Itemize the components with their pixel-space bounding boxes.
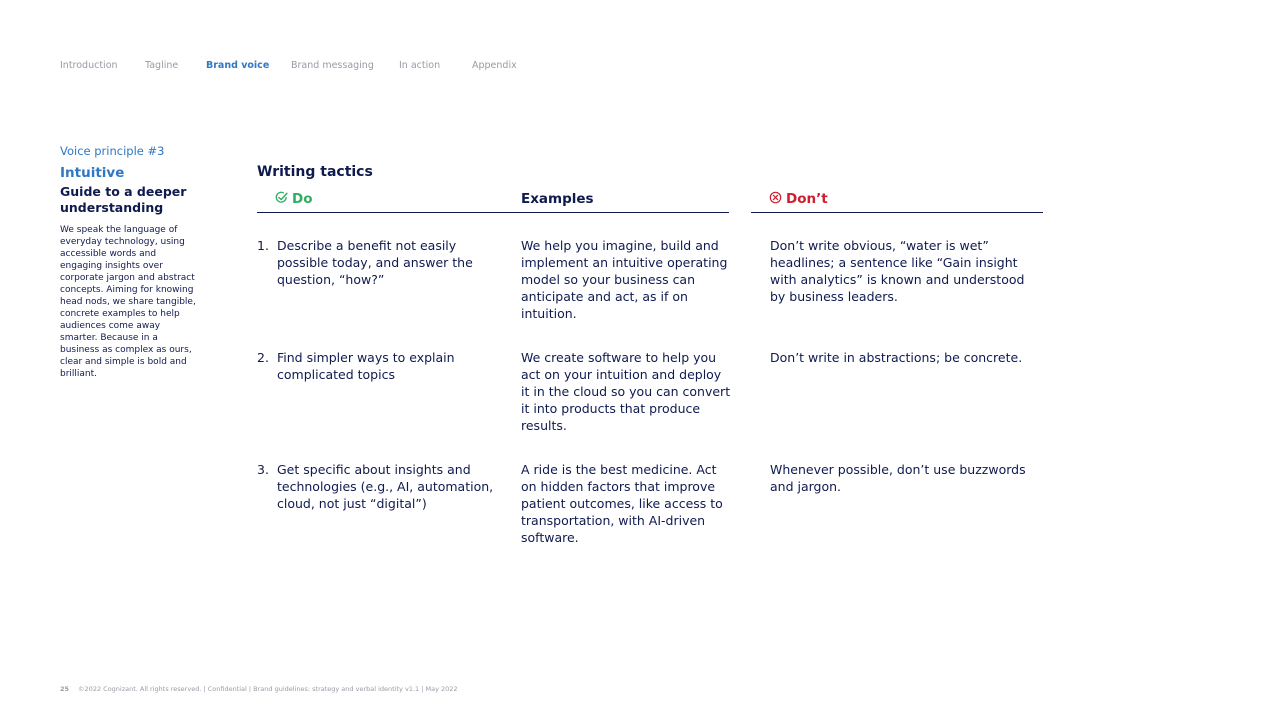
voice-principle-body: We speak the language of everyday techno…: [60, 225, 196, 379]
dont-divider: [751, 212, 1043, 213]
voice-principle-title: Intuitive: [60, 165, 125, 181]
voice-principle-kicker: Voice principle #3: [60, 144, 165, 158]
nav-brand-voice[interactable]: Brand voice: [206, 60, 269, 71]
footer-text: ©2022 Cognizant. All rights reserved. | …: [78, 685, 458, 693]
dont-cell: Whenever possible, don’t use buzzwords a…: [770, 462, 1026, 494]
do-column-header: Do: [275, 191, 312, 207]
nav-appendix[interactable]: Appendix: [472, 60, 517, 71]
writing-tactics-title: Writing tactics: [257, 164, 373, 180]
voice-principle-panel: Voice principle #3 Intuitive Guide to a …: [60, 144, 200, 380]
examples-header-label: Examples: [521, 191, 594, 207]
do-header-label: Do: [292, 191, 313, 207]
do-cell: Get specific about insights and technolo…: [277, 462, 494, 511]
examples-column-header: Examples: [521, 191, 594, 207]
nav-brand-messaging[interactable]: Brand messaging: [291, 60, 374, 71]
dont-cell: Don’t write obvious, “water is wet” head…: [770, 238, 1025, 304]
nav-introduction[interactable]: Introduction: [60, 60, 118, 71]
do-cell: Describe a benefit not easily possible t…: [277, 238, 473, 287]
row-number: 2.: [257, 350, 269, 365]
page-number: 25: [60, 685, 70, 693]
check-circle-icon: [275, 191, 288, 203]
dont-cell: Don’t write in abstractions; be concrete…: [770, 350, 1023, 365]
do-examples-divider: [257, 212, 729, 213]
nav-in-action[interactable]: In action: [399, 60, 440, 71]
dont-header-label: Don’t: [786, 191, 828, 207]
nav-tagline[interactable]: Tagline: [145, 60, 178, 71]
example-cell: We create software to help you act on yo…: [521, 350, 731, 433]
row-number: 3.: [257, 462, 269, 477]
row-number: 1.: [257, 238, 269, 253]
do-cell: Find simpler ways to explain complicated…: [277, 350, 455, 382]
footer: 25 ©2022 Cognizant. All rights reserved. …: [60, 685, 458, 693]
example-cell: A ride is the best medicine. Act on hidd…: [521, 462, 723, 545]
dont-column-header: Don’t: [769, 191, 828, 207]
example-cell: We help you imagine, build and implement…: [521, 238, 728, 321]
x-circle-icon: [769, 191, 782, 204]
voice-principle-subtitle: Guide to a deeper understanding: [60, 184, 187, 215]
